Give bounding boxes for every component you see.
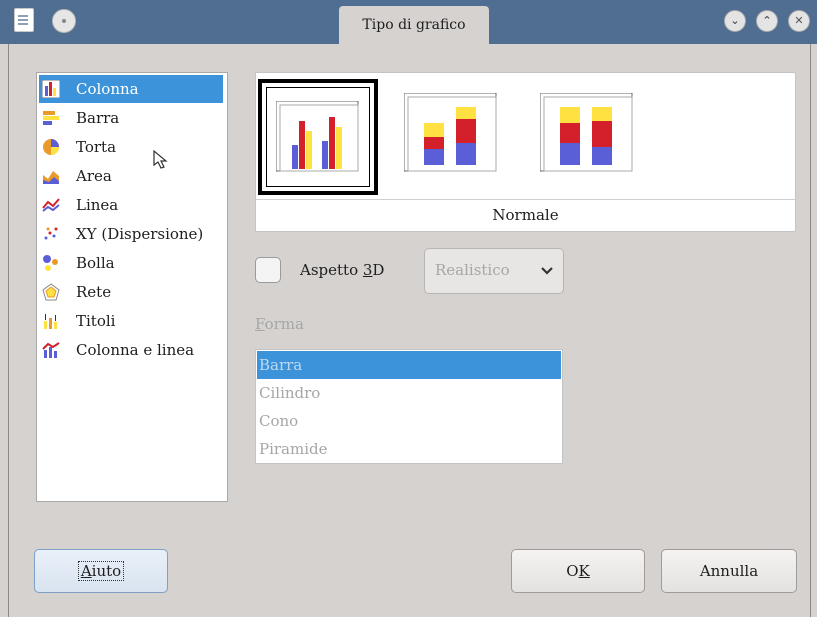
chart-type-label: Barra — [76, 109, 120, 127]
shape-item-cilindro[interactable]: Cilindro — [257, 379, 561, 407]
variant-caption: Normale — [492, 206, 559, 224]
area-chart-icon — [43, 171, 59, 184]
column-percent-stacked-icon — [540, 93, 633, 172]
line-chart-icon — [42, 198, 60, 212]
shape-item-piramide[interactable]: Piramide — [257, 435, 561, 463]
column-normal-icon — [276, 101, 359, 172]
shape-item-cono[interactable]: Cono — [257, 407, 561, 435]
chart-type-label: Colonna e linea — [76, 341, 195, 359]
aspect-3d-label[interactable]: Aspetto 3D — [300, 258, 384, 282]
stock-chart-icon — [44, 314, 57, 329]
chart-type-item-torta[interactable]: Torta — [39, 133, 223, 161]
net-chart-icon — [42, 283, 60, 301]
column-stacked-icon — [404, 93, 497, 172]
chart-type-item-bolla[interactable]: Bolla — [39, 249, 223, 277]
window-menu-icon[interactable] — [52, 9, 76, 33]
pie-chart-icon — [43, 139, 59, 155]
mouse-cursor-icon — [153, 150, 168, 169]
title-bar: Tipo di grafico ⌄ ⌃ ✕ — [0, 0, 817, 44]
document-icon[interactable] — [14, 8, 34, 32]
chart-type-label: Bolla — [76, 254, 115, 272]
bar-chart-icon — [43, 111, 59, 125]
chart-type-item-colonna[interactable]: Colonna — [39, 75, 223, 103]
ok-button[interactable]: OK — [511, 549, 645, 593]
chart-type-label: Colonna — [76, 80, 139, 98]
chart-type-item-barra[interactable]: Barra — [39, 104, 223, 132]
chart-variant-panel: Normale — [255, 72, 796, 232]
bubble-chart-icon — [43, 255, 58, 271]
chart-type-label: Linea — [76, 196, 119, 214]
scatter-chart-icon — [44, 227, 58, 240]
close-icon[interactable]: ✕ — [788, 10, 810, 32]
chevron-down-icon — [541, 267, 553, 275]
window-title: Tipo di grafico — [339, 6, 489, 44]
chart-type-item-colonna-linea[interactable]: Colonna e linea — [39, 336, 223, 364]
column-line-chart-icon — [42, 342, 60, 358]
chart-type-label: XY (Dispersione) — [76, 225, 204, 243]
chart-type-label: Titoli — [76, 312, 116, 330]
shape-item-barra[interactable]: Barra — [257, 351, 561, 379]
aspect-3d-checkbox[interactable] — [255, 257, 281, 283]
chart-type-item-titoli[interactable]: Titoli — [39, 307, 223, 335]
variant-normal[interactable] — [258, 79, 378, 195]
help-button[interactable]: Aiuto — [34, 549, 168, 593]
chart-type-list[interactable]: Colonna Barra Torta Area Linea XY (Dispe… — [36, 72, 228, 502]
chart-type-label: Rete — [76, 283, 112, 301]
variant-stacked[interactable] — [394, 79, 514, 195]
chart-type-item-rete[interactable]: Rete — [39, 278, 223, 306]
variant-percent-stacked[interactable] — [530, 79, 650, 195]
scheme-dropdown[interactable]: Realistico — [424, 248, 564, 294]
chart-type-label: Torta — [76, 138, 117, 156]
maximize-icon[interactable]: ⌃ — [756, 10, 778, 32]
chart-type-item-xy[interactable]: XY (Dispersione) — [39, 220, 223, 248]
shape-list[interactable]: Barra Cilindro Cono Piramide — [255, 349, 563, 464]
chart-type-label: Area — [76, 167, 112, 185]
scheme-value: Realistico — [435, 261, 510, 279]
shape-label: Forma — [255, 315, 304, 333]
column-chart-icon — [42, 80, 60, 98]
chart-type-item-linea[interactable]: Linea — [39, 191, 223, 219]
cancel-button[interactable]: Annulla — [661, 549, 797, 593]
minimize-icon[interactable]: ⌄ — [724, 10, 746, 32]
chart-type-item-area[interactable]: Area — [39, 162, 223, 190]
